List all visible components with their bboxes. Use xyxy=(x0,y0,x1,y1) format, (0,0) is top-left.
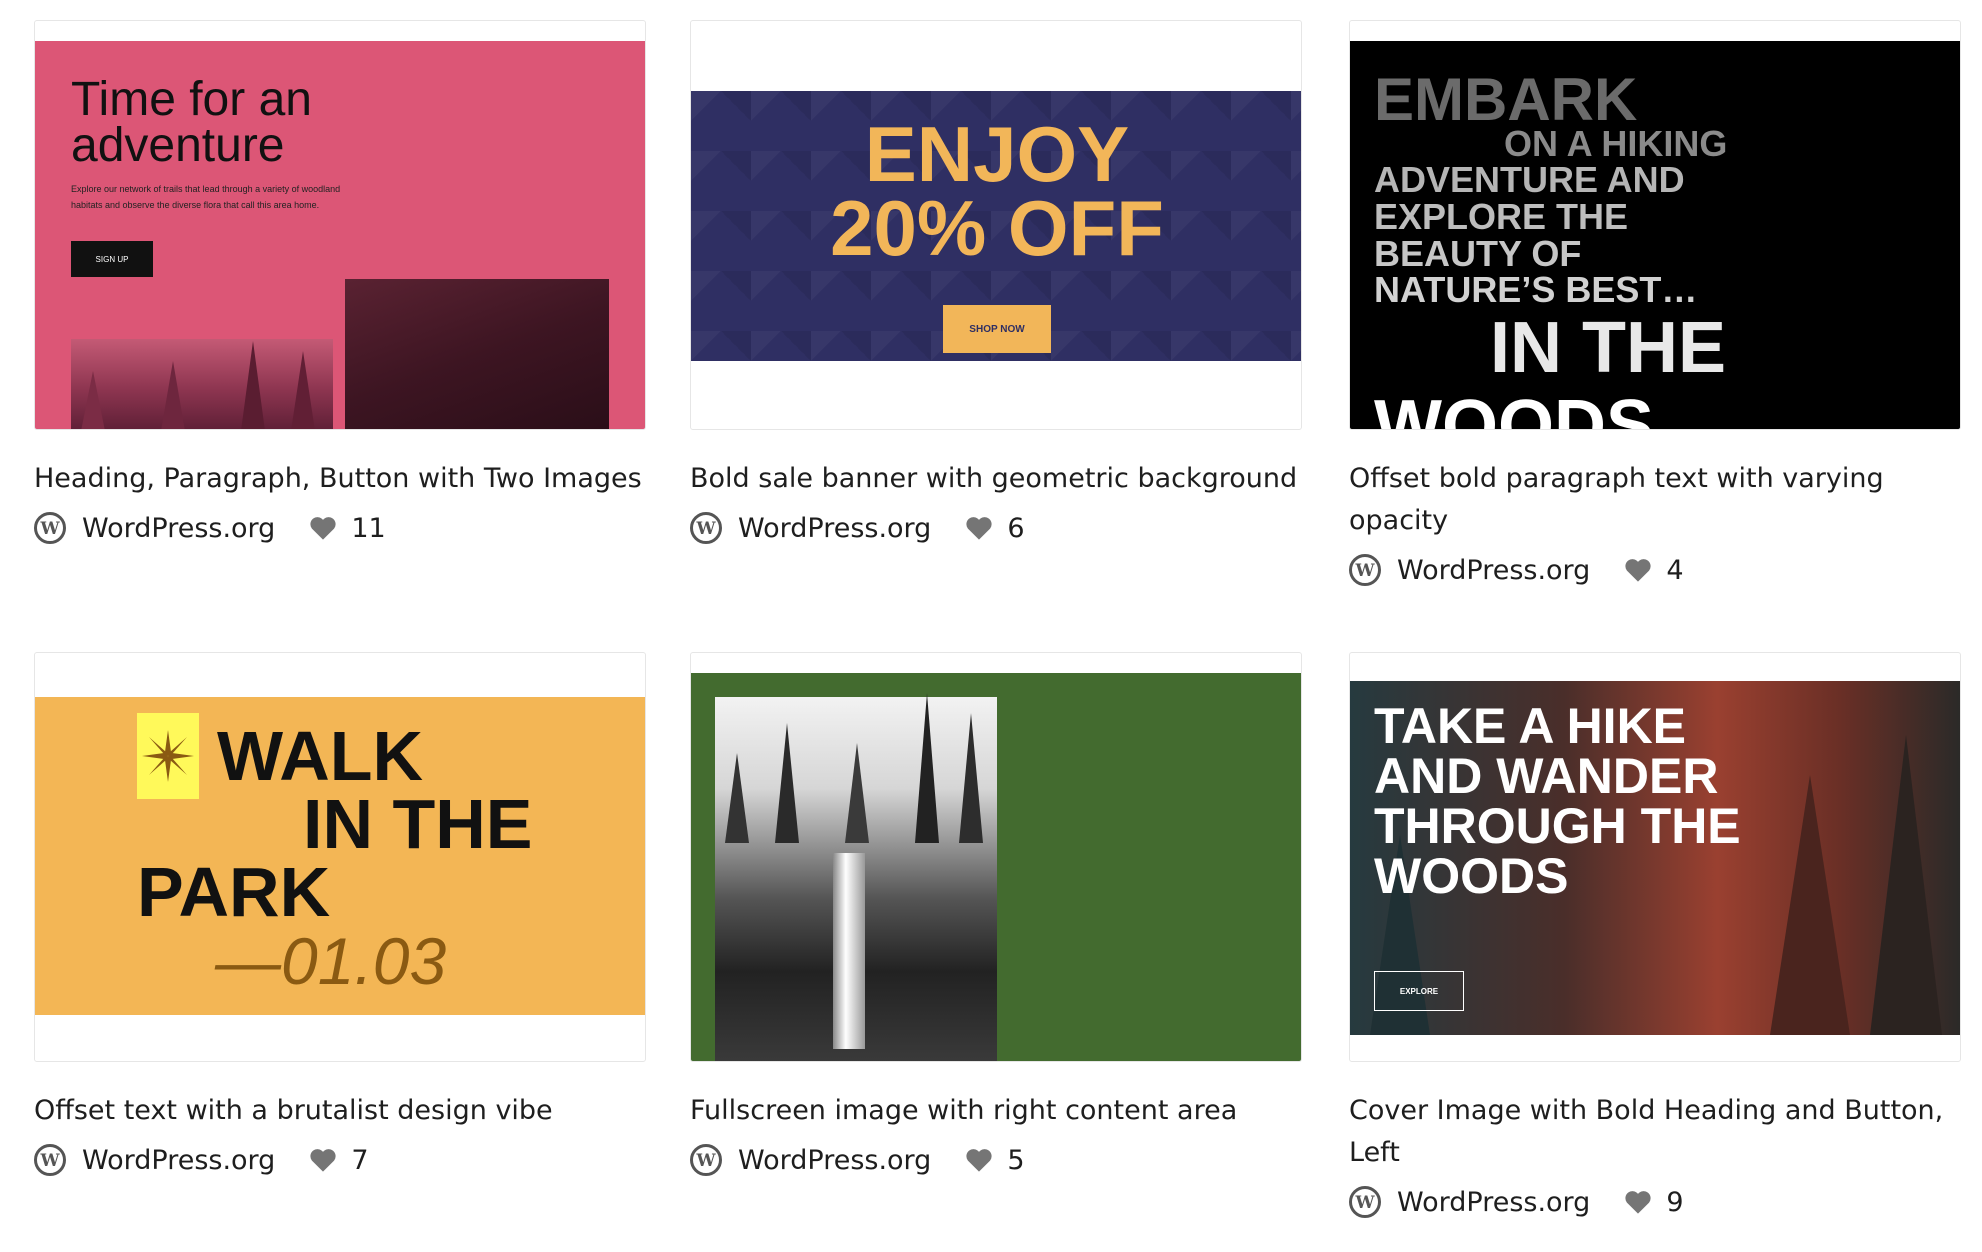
pattern-card[interactable]: TAKE A HIKE AND WANDER THROUGH THE WOODS… xyxy=(1349,652,1961,1222)
preview-text-line: NATURE’S BEST… xyxy=(1374,269,1698,310)
forest-image xyxy=(71,339,333,429)
wordpress-logo-icon: W xyxy=(34,512,66,544)
preview-text-line: IN THE xyxy=(303,785,533,863)
preview-text-line: PARK xyxy=(137,853,331,931)
preview-button: EXPLORE xyxy=(1374,971,1464,1011)
svg-text:W: W xyxy=(39,519,60,539)
pattern-preview[interactable]: ENJOY 20% OFF SHOP NOW xyxy=(690,20,1302,430)
like-count: 9 xyxy=(1666,1186,1684,1218)
pattern-preview[interactable]: Time for an adventure Explore our networ… xyxy=(34,20,646,430)
like-count: 11 xyxy=(351,512,386,544)
heart-icon[interactable] xyxy=(1624,557,1652,583)
pattern-meta: W WordPress.org 4 xyxy=(1349,550,1961,590)
preview-button: SIGN UP xyxy=(71,241,153,277)
pattern-title[interactable]: Fullscreen image with right content area xyxy=(690,1090,1302,1132)
pattern-meta: W WordPress.org 7 xyxy=(34,1140,646,1180)
heart-icon[interactable] xyxy=(965,515,993,541)
preview-heading: TAKE A HIKE AND WANDER THROUGH THE WOODS xyxy=(1374,698,1741,904)
pattern-preview[interactable] xyxy=(690,652,1302,1062)
preview-text-line: IN THE xyxy=(1490,308,1727,388)
wordpress-logo-icon: W xyxy=(690,1144,722,1176)
wordpress-logo-icon: W xyxy=(34,1144,66,1176)
like-count: 5 xyxy=(1007,1144,1025,1176)
pattern-title[interactable]: Offset bold paragraph text with varying … xyxy=(1349,458,1961,542)
pattern-preview[interactable]: WALK IN THE PARK —01.03 xyxy=(34,652,646,1062)
heart-icon[interactable] xyxy=(1624,1189,1652,1215)
wordpress-logo-icon: W xyxy=(1349,554,1381,586)
pattern-preview[interactable]: EMBARK ON A HIKING ADVENTURE AND EXPLORE… xyxy=(1349,20,1961,430)
wordpress-logo-icon: W xyxy=(1349,1186,1381,1218)
preview-heading-line: ENJOY xyxy=(864,110,1130,198)
waterfall xyxy=(833,853,865,1049)
pattern-preview[interactable]: TAKE A HIKE AND WANDER THROUGH THE WOODS… xyxy=(1349,652,1961,1062)
wordpress-logo-icon: W xyxy=(690,512,722,544)
author-link[interactable]: WordPress.org xyxy=(82,513,275,544)
pattern-card[interactable]: WALK IN THE PARK —01.03 Offset text with… xyxy=(34,652,646,1180)
preview-text-line: EXPLORE THE xyxy=(1374,196,1629,237)
preview-paragraph: Explore our network of trails that lead … xyxy=(71,184,341,210)
pattern-meta: W WordPress.org 5 xyxy=(690,1140,1302,1180)
like-count: 7 xyxy=(351,1144,369,1176)
star-icon xyxy=(137,713,199,799)
author-link[interactable]: WordPress.org xyxy=(1397,1187,1590,1218)
preview-text-line: ADVENTURE AND xyxy=(1374,159,1685,200)
pattern-meta: W WordPress.org 11 xyxy=(34,508,646,548)
preview-button: SHOP NOW xyxy=(943,305,1051,353)
pattern-title[interactable]: Offset text with a brutalist design vibe xyxy=(34,1090,646,1132)
svg-text:W: W xyxy=(1354,1193,1375,1213)
like-count: 4 xyxy=(1666,554,1684,586)
pattern-card[interactable]: Time for an adventure Explore our networ… xyxy=(34,20,646,548)
author-link[interactable]: WordPress.org xyxy=(1397,555,1590,586)
svg-text:W: W xyxy=(39,1151,60,1171)
pattern-card[interactable]: ENJOY 20% OFF SHOP NOW Bold sale banner … xyxy=(690,20,1302,548)
heart-icon[interactable] xyxy=(309,1147,337,1173)
pattern-title[interactable]: Heading, Paragraph, Button with Two Imag… xyxy=(34,458,646,500)
author-link[interactable]: WordPress.org xyxy=(738,1145,931,1176)
preview-text-line: WALK xyxy=(217,717,424,795)
svg-text:W: W xyxy=(695,519,716,539)
pattern-meta: W WordPress.org 6 xyxy=(690,508,1302,548)
pattern-title[interactable]: Cover Image with Bold Heading and Button… xyxy=(1349,1090,1961,1174)
preview-heading: Time for an adventure xyxy=(71,73,312,172)
like-count: 6 xyxy=(1007,512,1025,544)
svg-text:W: W xyxy=(1354,561,1375,581)
preview-heading-line: 20% OFF xyxy=(830,184,1164,272)
pattern-card[interactable]: Fullscreen image with right content area… xyxy=(690,652,1302,1180)
preview-text-line: WOODS xyxy=(1374,386,1654,430)
pattern-meta: W WordPress.org 9 xyxy=(1349,1182,1961,1222)
heart-icon[interactable] xyxy=(965,1147,993,1173)
author-link[interactable]: WordPress.org xyxy=(82,1145,275,1176)
svg-text:W: W xyxy=(695,1151,716,1171)
waterfall-image xyxy=(345,279,609,429)
pattern-title[interactable]: Bold sale banner with geometric backgrou… xyxy=(690,458,1302,500)
pattern-card[interactable]: EMBARK ON A HIKING ADVENTURE AND EXPLORE… xyxy=(1349,20,1961,590)
preview-date: —01.03 xyxy=(215,924,447,998)
heart-icon[interactable] xyxy=(309,515,337,541)
author-link[interactable]: WordPress.org xyxy=(738,513,931,544)
